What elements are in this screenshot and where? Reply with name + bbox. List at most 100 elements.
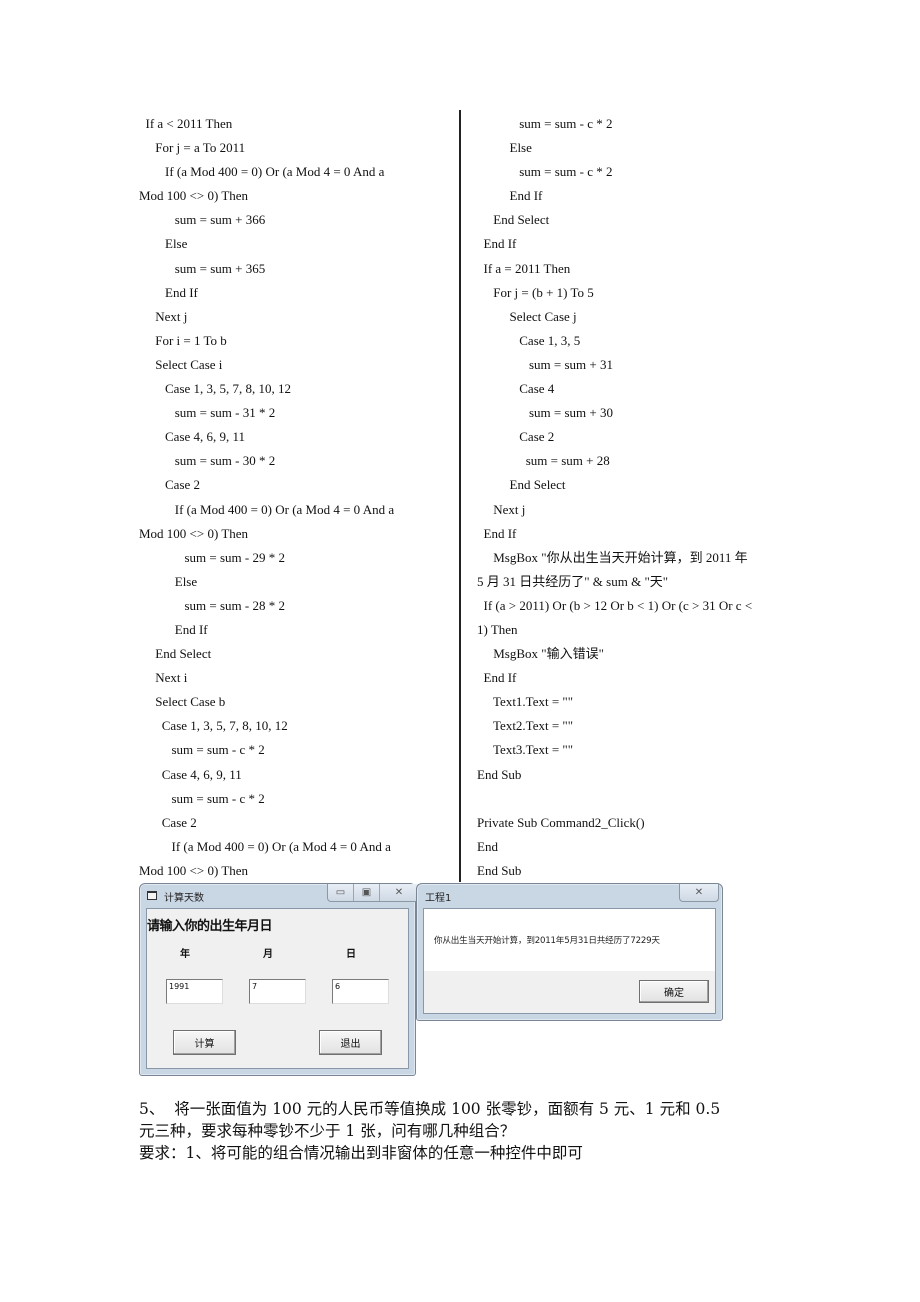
code-column-left: If a < 2011 Then For j = a To 2011 If (a… xyxy=(139,112,445,883)
code-line: Else xyxy=(139,236,188,252)
code-line: Else xyxy=(139,573,198,589)
code-line: If a < 2011 Then xyxy=(139,116,233,131)
calculate-button[interactable]: 计算 xyxy=(173,1030,236,1055)
code-line: Mod 100 <> 0) Then xyxy=(139,525,249,541)
code-line: Private Sub Command2_Click() xyxy=(477,814,645,830)
code-line: Case 4 xyxy=(477,381,555,397)
calculate-days-window: 计算天数 ▭ ▣ ✕ 请输入你的出生年月日 年 月 日 1991 7 6 计算 … xyxy=(139,883,419,1076)
code-line: If (a Mod 400 = 0) Or (a Mod 4 = 0 And a xyxy=(139,838,391,854)
month-input[interactable]: 7 xyxy=(249,979,306,1004)
code-line: sum = sum - 29 * 2 xyxy=(139,549,286,565)
code-line: Case 4, 6, 9, 11 xyxy=(139,429,246,445)
app-form-icon xyxy=(147,891,157,900)
code-line: Text1.Text = "" xyxy=(477,694,574,710)
code-line: MsgBox "你从出生当天开始计算，到 2011 年 xyxy=(477,549,748,565)
code-line: End If xyxy=(139,284,198,300)
code-line: End If xyxy=(477,188,543,204)
code-line: Select Case i xyxy=(139,356,223,372)
code-line: End If xyxy=(477,236,517,252)
code-line: Text3.Text = "" xyxy=(477,742,574,758)
code-line: End Select xyxy=(477,212,550,228)
code-line: 1) Then xyxy=(477,621,518,637)
year-label: 年 xyxy=(180,949,190,960)
code-line: sum = sum - c * 2 xyxy=(477,164,613,180)
code-line: sum = sum - 30 * 2 xyxy=(139,453,276,469)
message-text: 你从出生当天开始计算，到2011年5月31日共经历了7229天 xyxy=(434,936,660,946)
code-line: Text2.Text = "" xyxy=(477,718,574,734)
code-line: For i = 1 To b xyxy=(139,332,227,348)
code-line: If a = 2011 Then xyxy=(477,260,571,276)
code-line: sum = sum + 30 xyxy=(477,405,614,421)
code-line: End If xyxy=(477,670,517,686)
year-input[interactable]: 1991 xyxy=(166,979,223,1004)
code-line: End If xyxy=(139,621,208,637)
code-column-right: sum = sum - c * 2 Else sum = sum - c * 2… xyxy=(477,112,787,883)
code-line: sum = sum - 28 * 2 xyxy=(139,597,286,613)
code-line: For j = (b + 1) To 5 xyxy=(477,284,594,300)
question-line: 要求：1、将可能的组合情况输出到非窗体的任意一种控件中即可 xyxy=(139,1144,583,1162)
code-line: If (a Mod 400 = 0) Or (a Mod 4 = 0 And a xyxy=(139,501,395,517)
code-line: Case 2 xyxy=(477,429,555,445)
message-box-window: 工程1 ✕ 你从出生当天开始计算，到2011年5月31日共经历了7229天 确定 xyxy=(416,883,723,1021)
question-text: 5、 将一张面值为 100 元的人民币等值换成 100 张零钞，面额有 5 元、… xyxy=(139,1098,839,1164)
code-line: For j = a To 2011 xyxy=(139,140,246,156)
code-line: MsgBox "输入错误" xyxy=(477,646,604,662)
code-line: Next i xyxy=(139,670,188,686)
form-client-area: 请输入你的出生年月日 年 月 日 1991 7 6 计算 退出 xyxy=(146,908,409,1069)
question-line: 5、 将一张面值为 100 元的人民币等值换成 100 张零钞，面额有 5 元、… xyxy=(139,1100,721,1118)
code-line: sum = sum - 31 * 2 xyxy=(139,405,276,421)
close-button[interactable]: ✕ xyxy=(680,884,718,901)
code-line: End Select xyxy=(477,477,566,493)
question-line: 元三种，要求每种零钞不少于 1 张，问有哪几种组合？ xyxy=(139,1122,516,1140)
code-line: End Sub xyxy=(477,766,522,782)
close-icon: ✕ xyxy=(694,887,704,898)
message-area: 你从出生当天开始计算，到2011年5月31日共经历了7229天 xyxy=(424,909,715,971)
code-line: Case 1, 3, 5, 7, 8, 10, 12 xyxy=(139,718,288,734)
code-line: sum = sum - c * 2 xyxy=(477,116,613,131)
exit-button[interactable]: 退出 xyxy=(319,1030,382,1055)
code-line: Case 2 xyxy=(139,814,197,830)
code-line: If (a Mod 400 = 0) Or (a Mod 4 = 0 And a xyxy=(139,164,385,180)
prompt-label: 请输入你的出生年月日 xyxy=(147,919,273,934)
minimize-icon: ▭ xyxy=(335,887,346,898)
close-icon: ✕ xyxy=(394,887,404,898)
code-line: sum = sum + 366 xyxy=(139,212,266,228)
column-divider xyxy=(459,110,461,882)
maximize-icon: ▣ xyxy=(361,887,372,898)
code-line: If (a > 2011) Or (b > 12 Or b < 1) Or (c… xyxy=(477,597,753,613)
code-line: End If xyxy=(477,525,517,541)
close-button[interactable]: ✕ xyxy=(380,884,418,901)
window-title: 计算天数 xyxy=(164,893,204,904)
code-line: End xyxy=(477,838,498,854)
title-bar[interactable]: 计算天数 ▭ ▣ ✕ xyxy=(140,884,419,908)
code-line: Mod 100 <> 0) Then xyxy=(139,862,249,878)
ok-button[interactable]: 确定 xyxy=(639,980,709,1003)
code-line: sum = sum + 365 xyxy=(139,260,266,276)
code-line: Case 1, 3, 5 xyxy=(477,332,581,348)
minimize-button[interactable]: ▭ xyxy=(328,884,354,901)
code-line: End Sub xyxy=(477,862,522,878)
code-line: sum = sum - c * 2 xyxy=(139,790,265,806)
code-line: Mod 100 <> 0) Then xyxy=(139,188,249,204)
month-label: 月 xyxy=(263,949,273,960)
code-line: Next j xyxy=(139,308,188,324)
code-line: sum = sum - c * 2 xyxy=(139,742,265,758)
code-line: 5 月 31 日共经历了" & sum & "天" xyxy=(477,573,669,589)
day-label: 日 xyxy=(346,949,356,960)
code-line: Case 2 xyxy=(139,477,201,493)
code-line: sum = sum + 28 xyxy=(477,453,610,469)
code-line: sum = sum + 31 xyxy=(477,356,614,372)
code-line: Else xyxy=(477,140,532,156)
code-line: Next j xyxy=(477,501,526,517)
maximize-button[interactable]: ▣ xyxy=(354,884,380,901)
day-input[interactable]: 6 xyxy=(332,979,389,1004)
window-title: 工程1 xyxy=(425,893,452,904)
code-line: Select Case b xyxy=(139,694,226,710)
title-bar[interactable]: 工程1 ✕ xyxy=(417,884,722,908)
code-line: Case 1, 3, 5, 7, 8, 10, 12 xyxy=(139,381,292,397)
code-line: End Select xyxy=(139,646,212,662)
code-line: Case 4, 6, 9, 11 xyxy=(139,766,242,782)
code-line: Select Case j xyxy=(477,308,577,324)
message-client-area: 你从出生当天开始计算，到2011年5月31日共经历了7229天 确定 xyxy=(423,908,716,1014)
